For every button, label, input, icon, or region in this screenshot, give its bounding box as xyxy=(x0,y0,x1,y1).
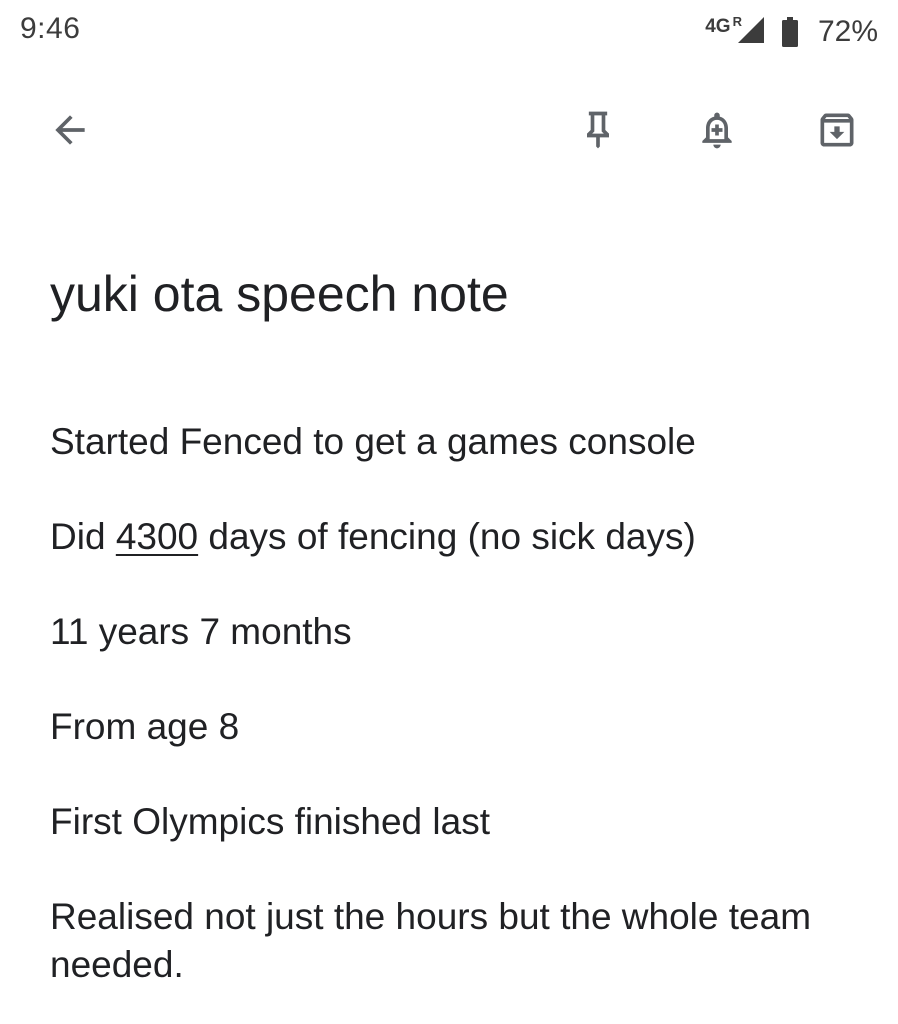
battery-percent: 72% xyxy=(817,15,878,48)
add-reminder-button[interactable] xyxy=(677,86,757,174)
note-line: Started Fenced to get a games console xyxy=(50,421,696,462)
signal-icon xyxy=(737,17,764,43)
note-line: Did 4300 days of fencing (no sick days) xyxy=(50,513,850,561)
back-button[interactable] xyxy=(30,86,110,174)
pin-icon xyxy=(587,111,609,149)
note-line: 11 years 7 months xyxy=(50,611,352,652)
network-type-label: 4G xyxy=(705,16,731,37)
note-line-suffix: days of fencing (no sick days) xyxy=(198,516,696,557)
back-arrow-icon xyxy=(55,115,85,145)
archive-icon xyxy=(820,113,854,147)
note-toolbar xyxy=(0,86,898,174)
archive-button[interactable] xyxy=(797,86,877,174)
status-indicators: 4G R 72% xyxy=(705,10,878,54)
status-time: 9:46 xyxy=(20,12,81,45)
add-reminder-icon xyxy=(702,112,732,149)
note-line: First Olympics finished last xyxy=(50,801,490,842)
battery-icon xyxy=(781,17,798,47)
note-line: From age 8 xyxy=(50,706,240,747)
number-link[interactable]: 4300 xyxy=(116,516,198,557)
note-line-prefix: Did xyxy=(50,516,116,557)
note-title[interactable]: yuki ota speech note xyxy=(50,262,850,326)
pin-button[interactable] xyxy=(558,86,638,174)
status-bar: 9:46 4G R 72% xyxy=(0,0,898,64)
note-body[interactable]: Started Fenced to get a games console Di… xyxy=(50,418,850,989)
note-line: Realised not just the hours but the whol… xyxy=(50,896,812,985)
